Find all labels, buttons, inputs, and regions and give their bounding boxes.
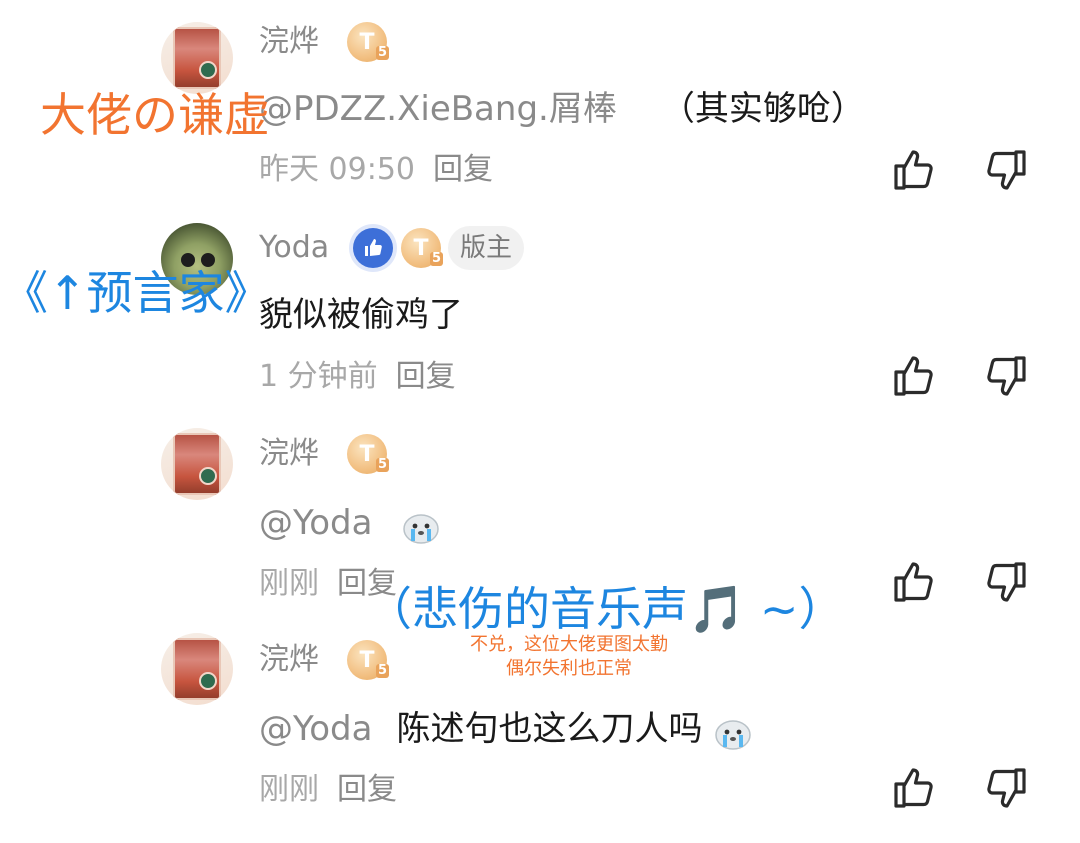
comment-meta: 刚刚 回复 — [259, 772, 397, 808]
timestamp: 昨天 09:50 — [259, 152, 415, 187]
mention-link[interactable]: @Yoda — [259, 503, 372, 543]
annotation-prophet: 《↑预言家》 — [2, 266, 271, 320]
level-badge: T5 — [347, 640, 389, 680]
comment-text: @Yoda — [259, 502, 441, 545]
timestamp: 刚刚 — [259, 566, 319, 601]
annotation-sad-music: （悲伤的音乐声🎵 ~） — [366, 582, 845, 636]
level-badge: T5 — [347, 22, 389, 62]
thumb-badge — [353, 228, 393, 268]
username[interactable]: 浣烨 — [259, 436, 319, 472]
reply-button[interactable]: 回复 — [337, 772, 397, 807]
timestamp: 刚刚 — [259, 772, 319, 807]
moderator-badge: 版主 — [448, 226, 525, 270]
reply-button[interactable]: 回复 — [433, 152, 493, 187]
annotation-humble: 大佬の谦虚 — [40, 88, 270, 142]
username[interactable]: 浣烨 — [259, 24, 319, 60]
reply-button[interactable]: 回复 — [396, 359, 456, 394]
comment-text: 貌似被偷鸡了 — [259, 295, 463, 335]
thumbs-down-icon[interactable] — [982, 764, 1030, 812]
thumbs-up-icon[interactable] — [890, 146, 938, 194]
thumbs-up-icon[interactable] — [890, 764, 938, 812]
timestamp: 1 分钟前 — [259, 359, 378, 394]
thumbs-up-icon[interactable] — [890, 558, 938, 606]
username[interactable]: 浣烨 — [259, 642, 319, 678]
thumbs-down-icon[interactable] — [982, 352, 1030, 400]
mention-link[interactable]: @Yoda — [259, 709, 372, 749]
mention-link[interactable]: @PDZZ.XieBang.屑棒 — [259, 89, 617, 129]
crying-seal-icon — [403, 513, 440, 544]
crying-seal-icon — [715, 719, 752, 750]
thumbs-up-icon[interactable] — [890, 352, 938, 400]
thumbs-down-icon[interactable] — [982, 146, 1030, 194]
thumbs-down-icon[interactable] — [982, 558, 1030, 606]
comment-meta: 昨天 09:50 回复 — [259, 152, 493, 188]
comment-text: @Yoda 陈述句也这么刀人吗 — [259, 708, 753, 751]
comment-text: @PDZZ.XieBang.屑棒 （其实够呛） — [259, 89, 865, 129]
level-badge: T5 — [401, 228, 443, 268]
level-badge: T5 — [347, 434, 389, 474]
avatar[interactable] — [161, 22, 233, 94]
avatar[interactable] — [161, 428, 233, 500]
username[interactable]: Yoda — [259, 230, 329, 266]
comment-meta: 1 分钟前 回复 — [259, 359, 456, 395]
avatar[interactable] — [161, 633, 233, 705]
annotation-note: 不兑，这位大佬更图太勤 偶尔失利也正常 — [470, 634, 668, 679]
